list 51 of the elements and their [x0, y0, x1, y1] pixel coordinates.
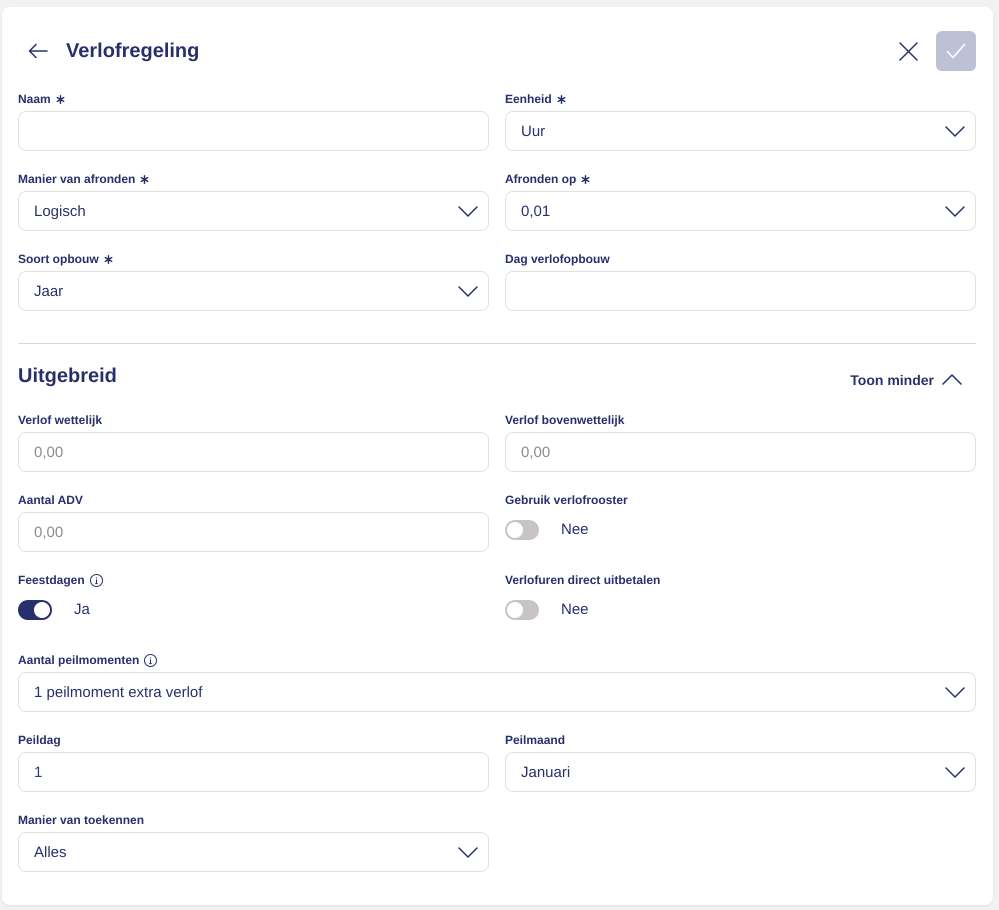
check-icon [946, 43, 966, 59]
section-title: Uitgebreid [18, 364, 117, 389]
dropdown-field[interactable]: 1 peilmoment extra verlof [18, 672, 976, 712]
field-label: Verlof wettelijk [18, 412, 102, 428]
field-label: Aantal peilmomenten [18, 652, 140, 668]
toggle-switch[interactable] [18, 600, 52, 620]
field-label: Eenheid [505, 91, 552, 107]
chevron-down-icon [945, 686, 965, 698]
dropdown-field[interactable]: Logisch [18, 191, 489, 231]
field-label: Manier van toekennen [18, 812, 144, 828]
chevron-down-icon [458, 286, 478, 296]
info-icon[interactable] [90, 574, 103, 586]
dropdown-field[interactable]: Uur [505, 111, 976, 151]
text-field[interactable] [18, 111, 489, 151]
toggle-switch[interactable] [505, 600, 539, 620]
dropdown-field[interactable]: Jaar [18, 271, 489, 311]
show-less-button[interactable]: Toon minder [850, 372, 962, 388]
info-icon[interactable] [144, 654, 158, 666]
text-field[interactable]: 1 [18, 752, 489, 792]
dropdown-field[interactable]: 0,01 [505, 191, 976, 231]
field-label: Peildag [18, 732, 61, 748]
dropdown-field[interactable]: Alles [18, 832, 489, 872]
field-label: Feestdagen [18, 572, 85, 588]
toggle-state-text: Nee [561, 600, 589, 620]
chevron-down-icon [945, 206, 965, 216]
text-field[interactable]: 0,00 [18, 432, 489, 472]
field-label: Afronden op [505, 171, 576, 187]
chevron-down-icon [458, 846, 478, 858]
chevron-down-icon [945, 126, 965, 136]
toggle-switch[interactable] [505, 520, 539, 540]
text-field[interactable]: 0,00 [505, 432, 976, 472]
close-icon [898, 42, 918, 60]
chevron-down-icon [945, 766, 965, 778]
text-field[interactable]: 0,00 [18, 512, 489, 552]
text-field[interactable] [505, 271, 976, 311]
field-label: Verlofuren direct uitbetalen [505, 572, 660, 588]
toggle-state-text: Nee [561, 520, 589, 540]
field-label: Gebruik verlofrooster [505, 492, 628, 508]
dropdown-field[interactable]: Januari [505, 752, 976, 792]
field-label: Dag verlofopbouw [505, 251, 610, 267]
page-title: Verlofregeling [66, 39, 200, 64]
field-label: Peilmaand [505, 732, 566, 748]
field-label: Naam [18, 91, 51, 107]
field-label: Soort opbouw [18, 251, 99, 267]
chevron-up-icon [942, 374, 962, 385]
field-label: Aantal ADV [18, 492, 83, 508]
field-label: Verlof bovenwettelijk [505, 412, 624, 428]
back-arrow-icon [28, 43, 48, 59]
chevron-down-icon [458, 206, 478, 216]
field-label: Manier van afronden [18, 171, 136, 187]
toggle-state-text: Ja [74, 600, 90, 620]
